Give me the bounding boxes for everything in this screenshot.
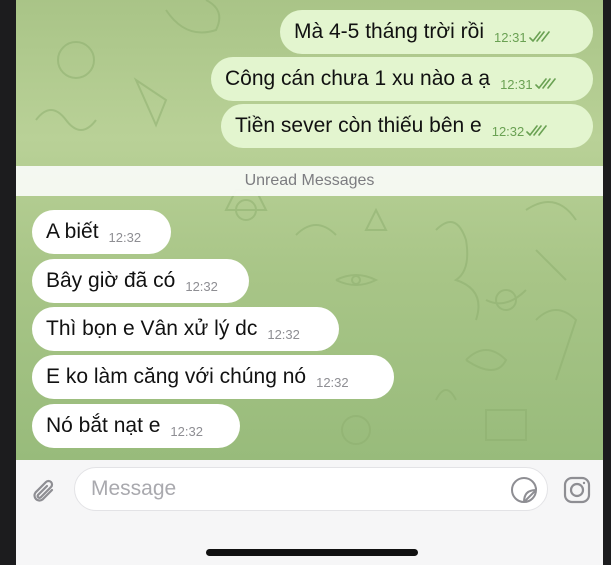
unread-divider-label: Unread Messages xyxy=(244,172,375,189)
message-text: Bây giờ đã có xyxy=(46,269,176,292)
message-bubble-incoming[interactable]: Bây giờ đã có 12:32 xyxy=(32,259,249,303)
message-time: 12:32 xyxy=(108,229,142,245)
message-bubble-incoming[interactable]: E ko làm căng với chúng nó 12:32 xyxy=(32,355,394,399)
message-bubble-outgoing[interactable]: Mà 4-5 tháng trời rồi 12:31 xyxy=(280,10,593,54)
message-input-placeholder: Message xyxy=(91,477,177,500)
camera-icon[interactable] xyxy=(562,475,592,505)
message-time: 12:32 xyxy=(491,123,525,139)
message-text: E ko làm căng với chúng nó xyxy=(46,365,307,388)
message-time: 12:31 xyxy=(500,76,533,92)
message-bubble-outgoing[interactable]: Công cán chưa 1 xu nào a ạ 12:31 xyxy=(211,57,593,101)
read-receipt-icon xyxy=(528,31,550,42)
phone-screen: Mà 4-5 tháng trời rồi 12:31 Công cán chư… xyxy=(16,0,603,565)
sticker-icon[interactable] xyxy=(510,476,538,504)
message-bubble-incoming[interactable]: A biết 12:32 xyxy=(32,210,171,254)
home-indicator xyxy=(206,549,418,556)
message-text: Mà 4-5 tháng trời rồi xyxy=(294,20,485,43)
message-input[interactable]: Message xyxy=(74,467,548,511)
message-bubble-incoming[interactable]: Thì bọn e Vân xử lý dc 12:32 xyxy=(32,307,339,351)
unread-messages-divider: Unread Messages xyxy=(16,166,603,196)
paperclip-icon[interactable] xyxy=(30,478,60,508)
message-time: 12:32 xyxy=(267,326,300,342)
message-time: 12:31 xyxy=(494,29,527,45)
read-receipt-icon xyxy=(534,78,556,89)
message-time: 12:32 xyxy=(170,423,203,439)
message-time: 12:32 xyxy=(185,278,218,294)
message-bubble-outgoing[interactable]: Tiền sever còn thiếu bên e 12:32 xyxy=(221,104,593,148)
message-text: Công cán chưa 1 xu nào a ạ xyxy=(225,67,491,90)
message-text: Nó bắt nạt e xyxy=(46,414,161,437)
message-text: Thì bọn e Vân xử lý dc xyxy=(46,317,258,340)
message-time: 12:32 xyxy=(316,374,349,390)
message-text: Tiền sever còn thiếu bên e xyxy=(235,114,482,137)
read-receipt-icon xyxy=(526,125,548,136)
chat-area[interactable]: Mà 4-5 tháng trời rồi 12:31 Công cán chư… xyxy=(16,0,603,460)
message-text: A biết xyxy=(46,220,99,243)
message-bubble-incoming[interactable]: Nó bắt nạt e 12:32 xyxy=(32,404,240,448)
